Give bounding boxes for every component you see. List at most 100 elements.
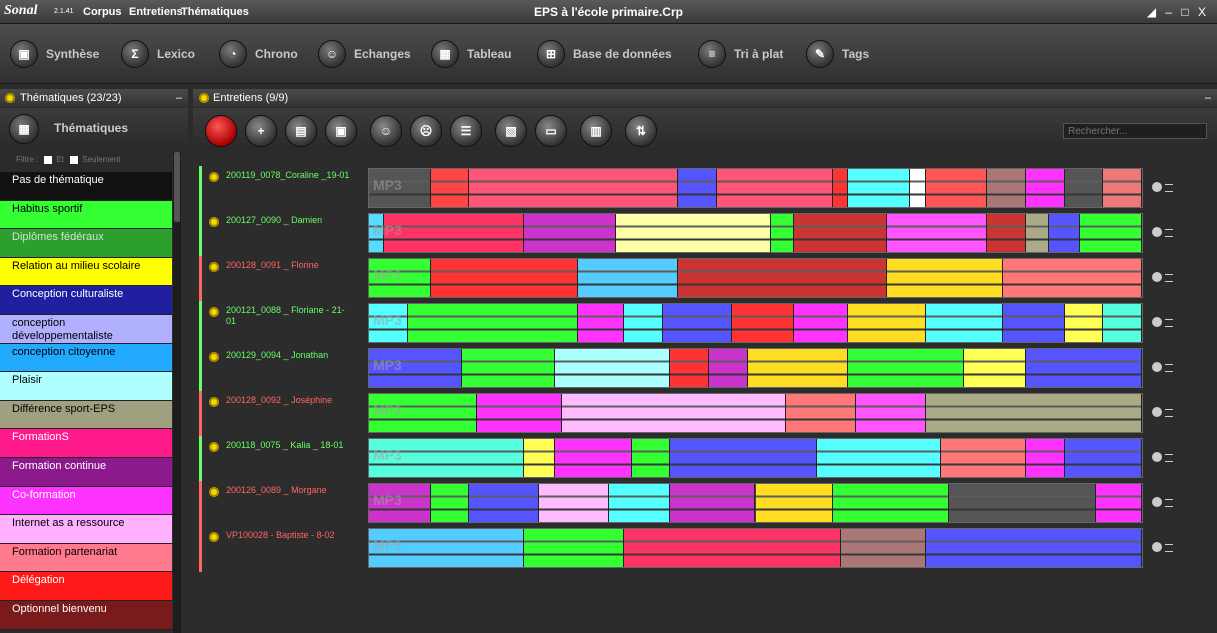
- grid-icon[interactable]: ▦: [9, 114, 39, 144]
- play-icon[interactable]: [1152, 542, 1173, 552]
- theme-segment[interactable]: [1064, 439, 1142, 477]
- window-controls[interactable]: ◢ ‒ □ X: [1147, 5, 1209, 19]
- theme-segment[interactable]: [1103, 169, 1142, 207]
- theme-segment[interactable]: [523, 529, 625, 567]
- power-icon[interactable]: [209, 172, 219, 182]
- theme-segment[interactable]: [948, 484, 1096, 522]
- power-icon[interactable]: [209, 352, 219, 362]
- scroll-thumb[interactable]: [174, 152, 180, 222]
- theme-segment[interactable]: [469, 169, 679, 207]
- play-icon[interactable]: [1152, 182, 1173, 192]
- theme-item[interactable]: Délégation: [0, 572, 172, 601]
- theme-segment[interactable]: [369, 394, 478, 432]
- theme-segment[interactable]: [670, 484, 756, 522]
- theme-segment[interactable]: [925, 304, 1003, 342]
- theme-item[interactable]: Optionnel bienvenu: [0, 600, 172, 630]
- theme-segment[interactable]: [855, 394, 926, 432]
- theme-item[interactable]: FormationS: [0, 429, 172, 458]
- play-icon[interactable]: [1152, 497, 1173, 507]
- theme-segment[interactable]: [1026, 214, 1050, 252]
- interview-timeline[interactable]: MP3: [368, 393, 1143, 433]
- theme-item[interactable]: Conception culturaliste: [0, 286, 172, 315]
- interview-row[interactable]: 200128_0092 _ Joséphine MP3: [193, 391, 1217, 437]
- theme-segment[interactable]: [886, 259, 1003, 297]
- theme-segment[interactable]: [1049, 214, 1081, 252]
- theme-item[interactable]: Formation continue: [0, 457, 172, 487]
- theme-segment[interactable]: [848, 304, 926, 342]
- interview-label[interactable]: 200127_0090 _ Damien: [226, 215, 351, 226]
- theme-segment[interactable]: [1026, 439, 1065, 477]
- theme-segment[interactable]: [477, 394, 563, 432]
- interview-row[interactable]: 200118_0075 _ Kalia _ 18-01 MP3: [193, 436, 1217, 482]
- theme-segment[interactable]: [608, 484, 671, 522]
- theme-segment[interactable]: [1103, 304, 1142, 342]
- interview-label[interactable]: 200128_0091 _ Florine: [226, 260, 351, 271]
- theme-segment[interactable]: [624, 304, 663, 342]
- remove-speaker-button[interactable]: ☹: [410, 115, 442, 147]
- play-icon[interactable]: [1152, 227, 1173, 237]
- image-button[interactable]: ▧: [495, 115, 527, 147]
- theme-segment[interactable]: [430, 259, 578, 297]
- play-icon[interactable]: [1152, 362, 1173, 372]
- toolbar-tag-button[interactable]: ✎ Tags: [806, 40, 869, 68]
- power-icon[interactable]: [209, 262, 219, 272]
- power-icon[interactable]: [209, 217, 219, 227]
- theme-segment[interactable]: [832, 169, 849, 207]
- interview-label[interactable]: VP100028 - Baptiste - 8-02: [226, 530, 351, 541]
- theme-segment[interactable]: [1002, 259, 1142, 297]
- theme-segment[interactable]: [848, 349, 965, 387]
- interview-row[interactable]: 200128_0091 _ Florine MP3: [193, 256, 1217, 302]
- theme-segment[interactable]: [817, 439, 941, 477]
- interview-row[interactable]: 200121_0088 _ Floriane - 21-01 MP3: [193, 301, 1217, 347]
- play-icon[interactable]: [1152, 407, 1173, 417]
- sort-button[interactable]: ⇅: [625, 115, 657, 147]
- theme-segment[interactable]: [662, 304, 733, 342]
- theme-segment[interactable]: [1064, 304, 1104, 342]
- theme-segment[interactable]: [794, 214, 887, 252]
- theme-segment[interactable]: [523, 214, 617, 252]
- theme-item[interactable]: Plaisir: [0, 372, 172, 401]
- theme-segment[interactable]: [430, 484, 470, 522]
- theme-segment[interactable]: [941, 439, 1027, 477]
- interview-timeline[interactable]: MP3: [368, 303, 1143, 343]
- interview-timeline[interactable]: MP3: [368, 483, 1143, 523]
- record-button[interactable]: [205, 115, 237, 147]
- theme-segment[interactable]: [678, 259, 887, 297]
- theme-segment[interactable]: [987, 214, 1027, 252]
- theme-segment[interactable]: [1002, 304, 1065, 342]
- theme-segment[interactable]: [925, 529, 1142, 567]
- theme-segment[interactable]: [369, 439, 524, 477]
- theme-segment[interactable]: [709, 349, 748, 387]
- toolbar-synthese-button[interactable]: ▣ Synthèse: [10, 40, 99, 68]
- power-icon[interactable]: [209, 487, 219, 497]
- power-icon[interactable]: [209, 307, 219, 317]
- theme-segment[interactable]: [786, 394, 856, 432]
- import-button[interactable]: ▣: [325, 115, 357, 147]
- bars-button[interactable]: ▭: [535, 115, 567, 147]
- theme-segment[interactable]: [577, 304, 625, 342]
- theme-segment[interactable]: [562, 394, 787, 432]
- add-speaker-button[interactable]: ☺: [370, 115, 402, 147]
- interview-timeline[interactable]: MP3: [368, 168, 1143, 208]
- play-icon[interactable]: [1152, 272, 1173, 282]
- toolbar-sigma-button[interactable]: Σ Lexico: [121, 40, 195, 68]
- power-icon[interactable]: [209, 397, 219, 407]
- interview-row[interactable]: 200127_0090 _ Damien MP3: [193, 211, 1217, 257]
- theme-segment[interactable]: [670, 349, 710, 387]
- interview-label[interactable]: 200129_0094 _ Jonathan: [226, 350, 351, 361]
- theme-segment[interactable]: [747, 349, 849, 387]
- theme-segment[interactable]: [678, 169, 717, 207]
- interview-row[interactable]: 200119_0078_Coraline _19-01 MP3: [193, 166, 1217, 212]
- theme-item[interactable]: conception citoyenne: [0, 343, 172, 373]
- theme-segment[interactable]: [430, 169, 470, 207]
- theme-segment[interactable]: [616, 214, 771, 252]
- theme-segment[interactable]: [624, 529, 841, 567]
- theme-segment[interactable]: [770, 214, 795, 252]
- et-checkbox[interactable]: [44, 155, 53, 164]
- theme-segment[interactable]: [964, 349, 1027, 387]
- theme-segment[interactable]: [407, 304, 578, 342]
- interview-label[interactable]: 200118_0075 _ Kalia _ 18-01: [226, 440, 351, 451]
- theme-segment[interactable]: [577, 259, 679, 297]
- theme-segment[interactable]: [539, 484, 609, 522]
- interview-timeline[interactable]: MP3: [368, 348, 1143, 388]
